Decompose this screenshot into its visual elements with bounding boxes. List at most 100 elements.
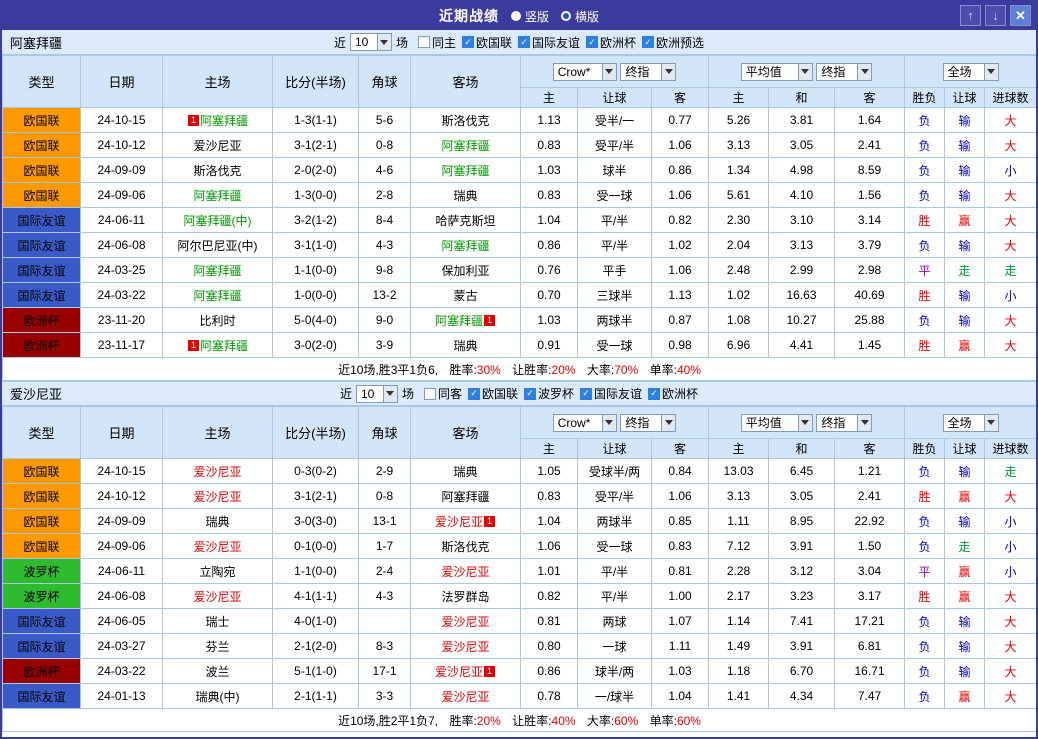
odds-cell: 平/半 [578, 233, 652, 258]
odds-cell: 5.61 [709, 183, 769, 208]
team-name: 阿塞拜疆 [200, 339, 248, 353]
col-handicap-result: 让球 [945, 88, 985, 108]
result-cell: 大 [985, 208, 1037, 233]
odds-cell: 0.83 [521, 133, 578, 158]
scope-select[interactable]: 全场 [943, 63, 999, 81]
odds-cell: 0.78 [521, 684, 578, 709]
home-team-cell: 爱沙尼亚 [163, 484, 273, 509]
filter-checkbox-label: 欧国联 [482, 385, 518, 402]
odds-cell: 1.06 [652, 183, 709, 208]
odds-cell: 3.10 [769, 208, 835, 233]
result-cell: 大 [985, 183, 1037, 208]
odds-cell: 2.28 [709, 559, 769, 584]
result-cell: 走 [985, 459, 1037, 484]
result-cell: 大 [985, 108, 1037, 133]
near-label: 近 [340, 385, 352, 402]
result-cell: 大 [985, 584, 1037, 609]
filter-checkbox-label: 欧国联 [476, 34, 512, 51]
filter-checkbox[interactable]: ✓欧国联 [462, 34, 512, 51]
filter-checkbox[interactable]: 同主 [418, 34, 456, 51]
corner-cell: 3-9 [359, 333, 411, 358]
home-team-cell: 阿塞拜疆(中) [163, 208, 273, 233]
team-name: 法罗群岛 [441, 590, 489, 604]
dropdown-arrow-icon [602, 415, 616, 431]
team-name: 阿塞拜疆 [193, 189, 241, 203]
layout-vertical-radio[interactable]: 竖版 [511, 8, 549, 25]
odds-cell: 1.04 [521, 509, 578, 534]
matches-tbody: 欧国联24-10-15爱沙尼亚0-3(0-2)2-9瑞典1.05受球半/两0.8… [3, 459, 1037, 709]
col-odds-handicap: 让球 [578, 439, 652, 459]
recent-count-select[interactable]: 10 [356, 385, 398, 403]
away-team-cell: 爱沙尼亚 [411, 684, 521, 709]
odds-cell: 2.17 [709, 584, 769, 609]
odds-cell: 1.06 [652, 484, 709, 509]
team-name: 阿塞拜疆 [435, 314, 483, 328]
home-team-cell: 阿塞拜疆 [163, 283, 273, 308]
bookmaker-select[interactable]: Crow* [553, 414, 617, 432]
result-cell: 输 [945, 659, 985, 684]
odds-cell: 0.86 [521, 659, 578, 684]
filter-checkbox[interactable]: ✓欧洲杯 [648, 385, 698, 402]
filter-checkbox-label: 欧洲预选 [656, 34, 704, 51]
filter-checkbox[interactable]: ✓国际友谊 [580, 385, 642, 402]
away-team-cell: 阿塞拜疆 [411, 158, 521, 183]
odds-cell: 一/球半 [578, 684, 652, 709]
filter-checkbox[interactable]: ✓欧洲预选 [642, 34, 704, 51]
bookmaker-select[interactable]: Crow* [553, 63, 617, 81]
corner-cell: 8-3 [359, 634, 411, 659]
match-row: 国际友谊24-03-27芬兰2-1(2-0)8-3爱沙尼亚0.80一球1.111… [3, 634, 1037, 659]
match-row: 欧国联24-10-12爱沙尼亚3-1(2-1)0-8阿塞拜疆0.83受平/半1.… [3, 133, 1037, 158]
date-cell: 24-09-06 [81, 183, 163, 208]
average-odds-select[interactable]: 平均值 [741, 63, 813, 81]
match-row: 国际友谊24-06-05瑞士4-0(1-0)爱沙尼亚0.81两球1.071.14… [3, 609, 1037, 634]
result-cell: 输 [945, 609, 985, 634]
competition-type-cell: 国际友谊 [3, 258, 81, 283]
recent-count-select[interactable]: 10 [350, 33, 392, 51]
filter-bar: 近 10 场 同客✓欧国联✓波罗杯✓国际友谊✓欧洲杯 [340, 385, 698, 403]
filter-checkbox[interactable]: ✓欧洲杯 [586, 34, 636, 51]
dropdown-arrow-icon [602, 64, 616, 80]
final-odds-select[interactable]: 终指 [816, 63, 872, 81]
odds-cell: 40.69 [835, 283, 905, 308]
odds-cell: 0.91 [521, 333, 578, 358]
rank-badge: 1 [484, 516, 495, 527]
score-cell: 5-1(1-0) [273, 659, 359, 684]
final-odds-select[interactable]: 终指 [620, 63, 676, 81]
odds-cell: 1.18 [709, 659, 769, 684]
close-button[interactable]: ✕ [1010, 5, 1031, 26]
checkbox-unchecked-icon [424, 388, 436, 400]
home-team-cell: 1阿塞拜疆 [163, 108, 273, 133]
competition-type-cell: 欧国联 [3, 133, 81, 158]
date-cell: 24-09-09 [81, 509, 163, 534]
layout-horizontal-radio[interactable]: 横版 [561, 8, 599, 25]
move-down-button[interactable]: ↓ [985, 5, 1006, 26]
odds-cell: 3.13 [769, 233, 835, 258]
home-team-cell: 瑞典 [163, 509, 273, 534]
col-home: 主场 [163, 407, 273, 459]
final-odds-select[interactable]: 终指 [620, 414, 676, 432]
final-odds-select[interactable]: 终指 [816, 414, 872, 432]
corner-cell: 17-1 [359, 659, 411, 684]
date-cell: 24-03-25 [81, 258, 163, 283]
filter-checkbox[interactable]: ✓欧国联 [468, 385, 518, 402]
move-up-button[interactable]: ↑ [960, 5, 981, 26]
odds-cell: 0.70 [521, 283, 578, 308]
team-name: 阿塞拜疆 [193, 289, 241, 303]
checkbox-checked-icon: ✓ [586, 36, 598, 48]
average-odds-select[interactable]: 平均值 [741, 414, 813, 432]
team-name: 斯洛伐克 [193, 164, 241, 178]
filter-checkbox[interactable]: ✓波罗杯 [524, 385, 574, 402]
odds-cell: 3.05 [769, 484, 835, 509]
result-cell: 输 [945, 133, 985, 158]
odds-cell: 受平/半 [578, 133, 652, 158]
filter-checkbox[interactable]: ✓国际友谊 [518, 34, 580, 51]
team-name: 爱沙尼亚 [193, 465, 241, 479]
away-team-cell: 瑞典 [411, 459, 521, 484]
competition-type-cell: 国际友谊 [3, 283, 81, 308]
filter-checkbox[interactable]: 同客 [424, 385, 462, 402]
odds-cell: 1.64 [835, 108, 905, 133]
col-avg-away: 客 [835, 88, 905, 108]
odds-cell: 1.00 [652, 584, 709, 609]
scope-select[interactable]: 全场 [943, 414, 999, 432]
section-summary: 近10场,胜3平1负6, 胜率:30% 让胜率:20% 大率:70% 单率:40… [3, 358, 1037, 381]
